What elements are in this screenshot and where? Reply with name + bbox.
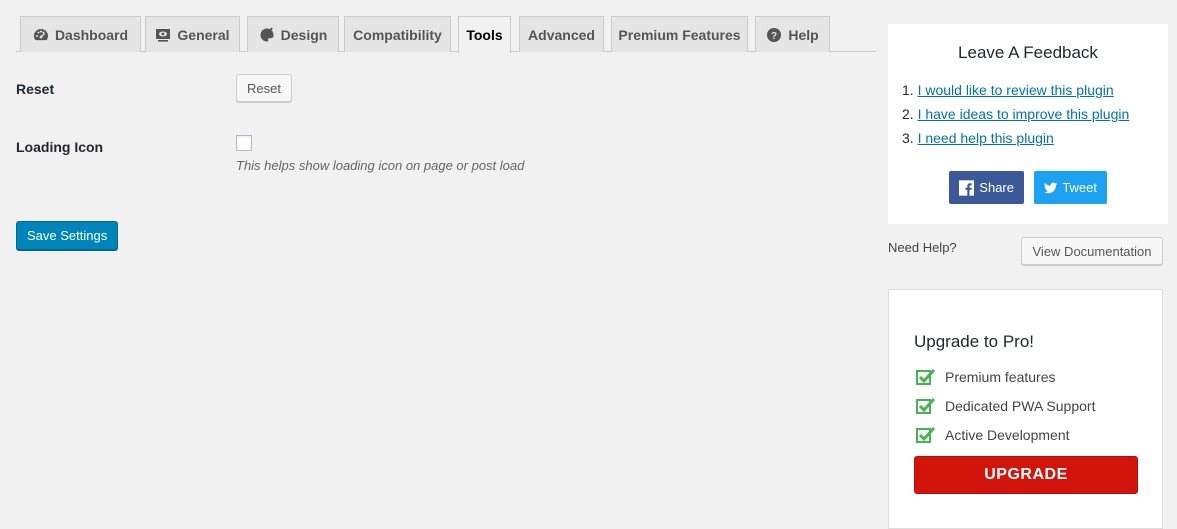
feedback-title: Leave A Feedback (958, 43, 1098, 62)
design-icon (260, 26, 274, 41)
list-number: 3. (902, 130, 914, 146)
general-icon (156, 28, 171, 42)
feedback-list: 1. I would like to review this plugin 2.… (902, 78, 1129, 150)
tab-advanced[interactable]: Advanced (519, 16, 604, 52)
settings-tabs: Dashboard General Design Compatibility T… (16, 16, 876, 53)
tab-label: Advanced (528, 26, 595, 43)
upgrade-panel: Upgrade to Pro! Premium features Dedicat… (888, 289, 1163, 529)
facebook-icon (959, 179, 975, 196)
feature-item: Dedicated PWA Support (916, 397, 1095, 415)
twitter-tweet-button[interactable]: Tweet (1034, 171, 1107, 204)
list-item: 2. I have ideas to improve this plugin (902, 102, 1129, 126)
tab-label: Dashboard (54, 26, 129, 43)
list-number: 1. (902, 82, 914, 98)
improve-plugin-link[interactable]: I have ideas to improve this plugin (918, 106, 1130, 122)
feedback-panel: Leave A Feedback 1. I would like to revi… (888, 24, 1168, 224)
svg-text:?: ? (771, 31, 777, 42)
feature-label: Dedicated PWA Support (945, 398, 1096, 414)
tab-design[interactable]: Design (247, 16, 339, 52)
checkbox-check-icon (916, 426, 936, 443)
reset-button[interactable]: Reset (236, 74, 292, 102)
feature-label: Active Development (945, 427, 1070, 443)
save-settings-button[interactable]: Save Settings (16, 221, 119, 250)
tab-compatibility[interactable]: Compatibility (344, 16, 451, 52)
list-item: 1. I would like to review this plugin (902, 78, 1129, 102)
view-documentation-button[interactable]: View Documentation (1021, 237, 1163, 265)
upgrade-title: Upgrade to Pro! (914, 332, 1035, 351)
upgrade-button[interactable]: UPGRADE (914, 456, 1138, 494)
tab-label: General (177, 26, 230, 43)
tab-premium-features[interactable]: Premium Features (611, 16, 748, 52)
tab-tools[interactable]: Tools (458, 16, 511, 53)
help-plugin-link[interactable]: I need help this plugin (918, 130, 1054, 146)
dashboard-icon (33, 28, 48, 40)
review-plugin-link[interactable]: I would like to review this plugin (918, 82, 1114, 98)
tab-label: Compatibility (353, 26, 442, 43)
share-label: Share (979, 180, 1014, 195)
tab-help[interactable]: ? Help (755, 16, 830, 52)
list-item: 3. I need help this plugin (902, 126, 1129, 150)
loading-icon-description: This helps show loading icon on page or … (236, 158, 525, 173)
tab-label: Help (788, 26, 819, 43)
feature-item: Active Development (916, 426, 1070, 444)
help-icon: ? (767, 27, 782, 42)
need-help-label: Need Help? (888, 240, 957, 255)
facebook-share-button[interactable]: Share (949, 171, 1024, 204)
reset-label: Reset (16, 81, 55, 97)
tab-label: Tools (466, 27, 503, 43)
list-number: 2. (902, 106, 914, 122)
tab-dashboard[interactable]: Dashboard (20, 16, 141, 52)
tweet-label: Tweet (1062, 180, 1097, 195)
feature-item: Premium features (916, 368, 1055, 386)
tab-label: Premium Features (618, 26, 741, 43)
tab-general[interactable]: General (145, 16, 240, 52)
feature-label: Premium features (945, 369, 1056, 385)
loading-icon-checkbox[interactable] (236, 135, 252, 151)
twitter-icon (1044, 182, 1058, 193)
checkbox-check-icon (916, 368, 936, 385)
checkbox-check-icon (916, 397, 936, 414)
loading-icon-label: Loading Icon (16, 139, 104, 155)
tab-label: Design (280, 26, 328, 43)
